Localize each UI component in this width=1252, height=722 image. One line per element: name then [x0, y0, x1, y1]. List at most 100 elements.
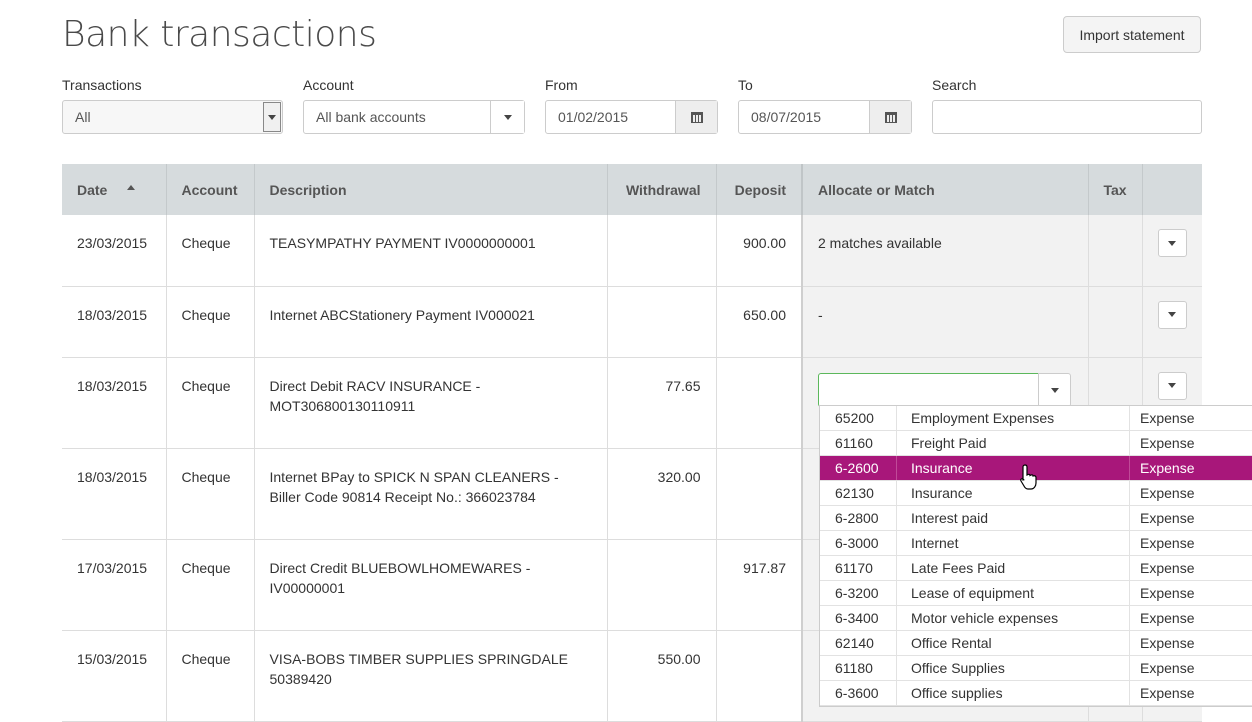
transactions-select[interactable]: All: [62, 100, 283, 134]
row-allocate[interactable]: -: [801, 286, 1089, 358]
option-code: 6-3000: [835, 535, 879, 551]
allocate-dropdown-list[interactable]: 65200 Employment Expenses Expense 61160 Fre…: [819, 405, 1252, 707]
row-account: Cheque: [166, 215, 255, 287]
row-date: 18/03/2015: [62, 357, 167, 449]
row-withdrawal: [607, 539, 717, 631]
account-select[interactable]: All bank accounts: [303, 100, 525, 134]
row-date: 15/03/2015: [62, 630, 167, 722]
allocate-combobox[interactable]: [818, 373, 1072, 407]
row-deposit: [716, 630, 803, 722]
option-name: Freight Paid: [911, 435, 987, 451]
col-header-account[interactable]: Account: [166, 164, 255, 215]
row-date: 18/03/2015: [62, 286, 167, 358]
option-code: 62140: [835, 635, 874, 651]
account-option[interactable]: 61180 Office Supplies Expense: [820, 656, 1252, 681]
row-actions: [1142, 286, 1202, 358]
option-name: Insurance: [911, 460, 973, 476]
transactions-value: All: [75, 109, 91, 125]
calendar-icon: [690, 111, 703, 123]
from-calendar-button[interactable]: [675, 101, 717, 133]
option-name: Lease of equipment: [911, 585, 1034, 601]
page-title: Bank transactions: [62, 14, 377, 55]
chevron-down-icon: [503, 114, 512, 120]
option-type: Expense: [1140, 560, 1195, 576]
option-name: Interest paid: [911, 510, 989, 526]
row-withdrawal: 320.00: [607, 448, 717, 540]
option-code: 61170: [835, 560, 873, 576]
col-header-deposit[interactable]: Deposit: [716, 164, 803, 215]
account-option[interactable]: 6-3400 Motor vehicle expenses Expense: [820, 606, 1252, 631]
col-header-description[interactable]: Description: [254, 164, 608, 215]
sort-ascending-icon: [127, 184, 136, 190]
table-row[interactable]: 18/03/2015 Cheque Internet ABCStationery…: [62, 286, 1202, 358]
row-deposit: [716, 448, 803, 540]
row-description: TEASYMPATHY PAYMENT IV0000000001: [254, 215, 608, 287]
col-header-date[interactable]: Date: [62, 164, 167, 215]
row-withdrawal: 550.00: [607, 630, 717, 722]
col-header-allocate[interactable]: Allocate or Match: [801, 164, 1089, 215]
row-deposit: 650.00: [716, 286, 803, 358]
allocate-input[interactable]: [818, 373, 1039, 407]
col-header-tax[interactable]: Tax: [1088, 164, 1143, 215]
option-name: Employment Expenses: [911, 410, 1055, 426]
option-code: 6-3600: [835, 685, 879, 701]
row-menu-button[interactable]: [1157, 300, 1187, 329]
col-header-actions: [1142, 164, 1202, 215]
row-description: Direct Debit RACV INSURANCE - MOT3068001…: [254, 357, 608, 449]
row-deposit: 900.00: [716, 215, 803, 287]
transactions-dropdown-button[interactable]: [263, 102, 281, 132]
option-code: 6-3200: [835, 585, 879, 601]
option-type: Expense: [1140, 510, 1195, 526]
account-option[interactable]: 6-3000 Internet Expense: [820, 531, 1252, 556]
row-date: 18/03/2015: [62, 448, 167, 540]
row-withdrawal: 77.65: [607, 357, 717, 449]
account-option[interactable]: 61160 Freight Paid Expense: [820, 431, 1252, 456]
row-description: VISA-BOBS TIMBER SUPPLIES SPRINGDALE 503…: [254, 630, 608, 722]
account-dropdown-button[interactable]: [490, 101, 524, 133]
option-type: Expense: [1140, 460, 1195, 476]
option-type: Expense: [1140, 660, 1195, 676]
to-date-field[interactable]: 08/07/2015: [738, 100, 912, 134]
account-option[interactable]: 6-2800 Interest paid Expense: [820, 506, 1252, 531]
option-name: Motor vehicle expenses: [911, 610, 1059, 626]
row-account: Cheque: [166, 357, 255, 449]
account-option[interactable]: 62140 Office Rental Expense: [820, 631, 1252, 656]
account-option[interactable]: 65200 Employment Expenses Expense: [820, 406, 1252, 431]
chevron-down-icon: [1050, 387, 1059, 393]
account-option[interactable]: 6-3600 Office supplies Expense: [820, 681, 1252, 706]
row-menu-button[interactable]: [1157, 229, 1187, 257]
from-date-value: 01/02/2015: [558, 109, 629, 125]
option-type: Expense: [1140, 485, 1195, 501]
option-code: 6-2600: [835, 460, 879, 476]
account-option[interactable]: 6-3200 Lease of equipment Expense: [820, 581, 1252, 606]
chevron-down-icon: [1168, 312, 1177, 317]
option-type: Expense: [1140, 435, 1195, 451]
option-code: 61160: [835, 435, 873, 451]
row-allocate[interactable]: 2 matches available: [801, 215, 1089, 287]
to-calendar-button[interactable]: [869, 101, 911, 133]
option-name: Office Supplies: [911, 660, 1005, 676]
option-name: Internet: [911, 535, 959, 551]
option-type: Expense: [1140, 410, 1195, 426]
to-date-value: 08/07/2015: [751, 109, 822, 125]
table-row[interactable]: 23/03/2015 Cheque TEASYMPATHY PAYMENT IV…: [62, 215, 1202, 287]
to-label: To: [738, 77, 753, 93]
chevron-down-icon: [268, 114, 276, 120]
option-name: Office supplies: [911, 685, 1003, 701]
row-menu-button[interactable]: [1157, 371, 1187, 400]
option-code: 6-2800: [835, 510, 879, 526]
search-label: Search: [932, 77, 977, 93]
option-name: Late Fees Paid: [911, 560, 1006, 576]
chevron-down-icon: [1168, 240, 1177, 246]
row-date: 23/03/2015: [62, 215, 167, 287]
col-header-withdrawal[interactable]: Withdrawal: [607, 164, 717, 215]
option-type: Expense: [1140, 635, 1195, 651]
from-date-field[interactable]: 01/02/2015: [545, 100, 718, 134]
import-statement-button[interactable]: Import statement: [1063, 16, 1201, 53]
row-date: 17/03/2015: [62, 539, 167, 631]
search-input[interactable]: [932, 100, 1202, 134]
row-actions: [1142, 215, 1202, 287]
row-description: Internet ABCStationery Payment IV000021: [254, 286, 608, 358]
allocate-dropdown-button[interactable]: [1038, 373, 1071, 407]
account-option[interactable]: 61170 Late Fees Paid Expense: [820, 556, 1252, 581]
